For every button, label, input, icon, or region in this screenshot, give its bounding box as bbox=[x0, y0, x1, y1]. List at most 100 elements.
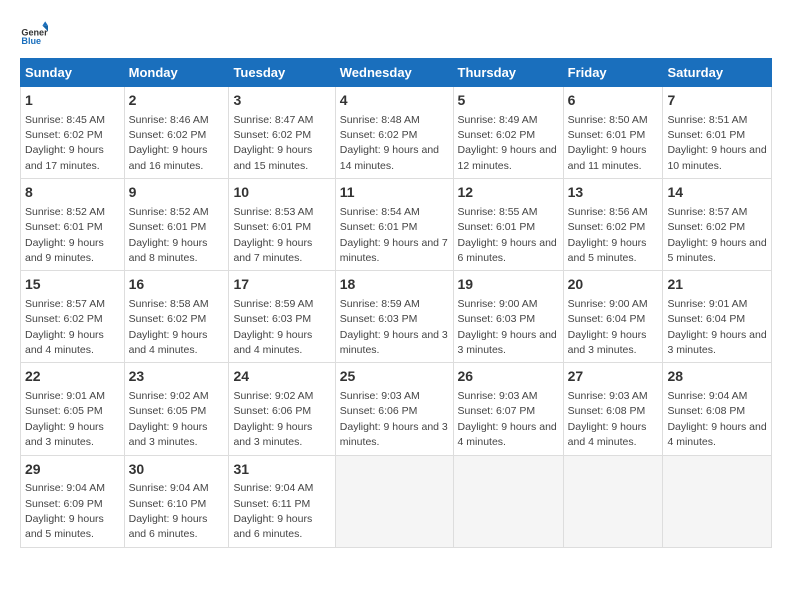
day-info: Sunrise: 9:02 AMSunset: 6:06 PMDaylight:… bbox=[233, 390, 313, 448]
day-number: 23 bbox=[129, 367, 225, 387]
day-cell: 26 Sunrise: 9:03 AMSunset: 6:07 PMDayligh… bbox=[453, 363, 563, 455]
header-cell-wednesday: Wednesday bbox=[335, 59, 453, 87]
day-cell: 2 Sunrise: 8:46 AMSunset: 6:02 PMDaylight… bbox=[124, 87, 229, 179]
calendar-body: 1 Sunrise: 8:45 AMSunset: 6:02 PMDaylight… bbox=[21, 87, 772, 548]
day-info: Sunrise: 9:04 AMSunset: 6:08 PMDaylight:… bbox=[667, 390, 766, 448]
day-cell: 28Sunrise: 9:04 AMSunset: 6:08 PMDayligh… bbox=[663, 363, 772, 455]
day-cell: 1 Sunrise: 8:45 AMSunset: 6:02 PMDaylight… bbox=[21, 87, 125, 179]
header-row: SundayMondayTuesdayWednesdayThursdayFrid… bbox=[21, 59, 772, 87]
day-number: 4 bbox=[340, 91, 449, 111]
day-info: Sunrise: 8:59 AMSunset: 6:03 PMDaylight:… bbox=[233, 298, 313, 356]
day-cell: 18Sunrise: 8:59 AMSunset: 6:03 PMDayligh… bbox=[335, 271, 453, 363]
header-cell-saturday: Saturday bbox=[663, 59, 772, 87]
day-info: Sunrise: 8:47 AMSunset: 6:02 PMDaylight:… bbox=[233, 114, 313, 172]
day-cell: 8 Sunrise: 8:52 AMSunset: 6:01 PMDaylight… bbox=[21, 179, 125, 271]
week-row-2: 8 Sunrise: 8:52 AMSunset: 6:01 PMDaylight… bbox=[21, 179, 772, 271]
day-number: 1 bbox=[25, 91, 120, 111]
day-number: 19 bbox=[458, 275, 559, 295]
day-info: Sunrise: 9:03 AMSunset: 6:07 PMDaylight:… bbox=[458, 390, 557, 448]
header-cell-thursday: Thursday bbox=[453, 59, 563, 87]
day-cell: 4 Sunrise: 8:48 AMSunset: 6:02 PMDaylight… bbox=[335, 87, 453, 179]
day-number: 10 bbox=[233, 183, 330, 203]
logo: General Blue bbox=[20, 20, 48, 48]
day-number: 20 bbox=[568, 275, 659, 295]
day-number: 29 bbox=[25, 460, 120, 480]
day-number: 11 bbox=[340, 183, 449, 203]
day-cell: 21 Sunrise: 9:01 AMSunset: 6:04 PMDayligh… bbox=[663, 271, 772, 363]
day-cell: 24 Sunrise: 9:02 AMSunset: 6:06 PMDayligh… bbox=[229, 363, 335, 455]
header-cell-friday: Friday bbox=[563, 59, 663, 87]
day-number: 30 bbox=[129, 460, 225, 480]
day-number: 25 bbox=[340, 367, 449, 387]
day-cell: 10 Sunrise: 8:53 AMSunset: 6:01 PMDayligh… bbox=[229, 179, 335, 271]
day-number: 12 bbox=[458, 183, 559, 203]
day-number: 9 bbox=[129, 183, 225, 203]
day-info: Sunrise: 9:00 AMSunset: 6:03 PMDaylight:… bbox=[458, 298, 557, 356]
day-info: Sunrise: 8:52 AMSunset: 6:01 PMDaylight:… bbox=[25, 206, 105, 264]
day-info: Sunrise: 8:48 AMSunset: 6:02 PMDaylight:… bbox=[340, 114, 439, 172]
day-cell: 9Sunrise: 8:52 AMSunset: 6:01 PMDaylight… bbox=[124, 179, 229, 271]
day-info: Sunrise: 8:45 AMSunset: 6:02 PMDaylight:… bbox=[25, 114, 105, 172]
day-cell bbox=[335, 455, 453, 547]
logo-icon: General Blue bbox=[20, 20, 48, 48]
day-cell: 17 Sunrise: 8:59 AMSunset: 6:03 PMDayligh… bbox=[229, 271, 335, 363]
day-info: Sunrise: 9:03 AMSunset: 6:06 PMDaylight:… bbox=[340, 390, 448, 448]
day-info: Sunrise: 8:55 AMSunset: 6:01 PMDaylight:… bbox=[458, 206, 557, 264]
day-info: Sunrise: 9:01 AMSunset: 6:05 PMDaylight:… bbox=[25, 390, 105, 448]
day-info: Sunrise: 8:53 AMSunset: 6:01 PMDaylight:… bbox=[233, 206, 313, 264]
day-info: Sunrise: 8:54 AMSunset: 6:01 PMDaylight:… bbox=[340, 206, 448, 264]
day-cell: 3 Sunrise: 8:47 AMSunset: 6:02 PMDaylight… bbox=[229, 87, 335, 179]
header-cell-tuesday: Tuesday bbox=[229, 59, 335, 87]
day-cell: 11 Sunrise: 8:54 AMSunset: 6:01 PMDayligh… bbox=[335, 179, 453, 271]
day-number: 27 bbox=[568, 367, 659, 387]
day-cell: 16 Sunrise: 8:58 AMSunset: 6:02 PMDayligh… bbox=[124, 271, 229, 363]
day-info: Sunrise: 9:02 AMSunset: 6:05 PMDaylight:… bbox=[129, 390, 209, 448]
day-cell: 29Sunrise: 9:04 AMSunset: 6:09 PMDayligh… bbox=[21, 455, 125, 547]
day-info: Sunrise: 9:03 AMSunset: 6:08 PMDaylight:… bbox=[568, 390, 648, 448]
day-cell: 19 Sunrise: 9:00 AMSunset: 6:03 PMDayligh… bbox=[453, 271, 563, 363]
day-info: Sunrise: 8:58 AMSunset: 6:02 PMDaylight:… bbox=[129, 298, 209, 356]
page-header: General Blue bbox=[20, 20, 772, 48]
day-info: Sunrise: 8:59 AMSunset: 6:03 PMDaylight:… bbox=[340, 298, 448, 356]
day-cell: 20 Sunrise: 9:00 AMSunset: 6:04 PMDayligh… bbox=[563, 271, 663, 363]
day-info: Sunrise: 8:50 AMSunset: 6:01 PMDaylight:… bbox=[568, 114, 648, 172]
day-number: 13 bbox=[568, 183, 659, 203]
day-number: 16 bbox=[129, 275, 225, 295]
week-row-5: 29Sunrise: 9:04 AMSunset: 6:09 PMDayligh… bbox=[21, 455, 772, 547]
day-info: Sunrise: 8:51 AMSunset: 6:01 PMDaylight:… bbox=[667, 114, 766, 172]
day-number: 2 bbox=[129, 91, 225, 111]
day-number: 7 bbox=[667, 91, 767, 111]
day-info: Sunrise: 9:01 AMSunset: 6:04 PMDaylight:… bbox=[667, 298, 766, 356]
day-number: 6 bbox=[568, 91, 659, 111]
day-info: Sunrise: 9:00 AMSunset: 6:04 PMDaylight:… bbox=[568, 298, 648, 356]
day-number: 31 bbox=[233, 460, 330, 480]
day-number: 22 bbox=[25, 367, 120, 387]
day-cell: 27 Sunrise: 9:03 AMSunset: 6:08 PMDayligh… bbox=[563, 363, 663, 455]
calendar-table: SundayMondayTuesdayWednesdayThursdayFrid… bbox=[20, 58, 772, 548]
day-cell: 7 Sunrise: 8:51 AMSunset: 6:01 PMDaylight… bbox=[663, 87, 772, 179]
day-info: Sunrise: 8:57 AMSunset: 6:02 PMDaylight:… bbox=[667, 206, 766, 264]
day-cell: 23 Sunrise: 9:02 AMSunset: 6:05 PMDayligh… bbox=[124, 363, 229, 455]
day-cell: 25 Sunrise: 9:03 AMSunset: 6:06 PMDayligh… bbox=[335, 363, 453, 455]
header-cell-monday: Monday bbox=[124, 59, 229, 87]
day-cell: 15Sunrise: 8:57 AMSunset: 6:02 PMDayligh… bbox=[21, 271, 125, 363]
week-row-3: 15Sunrise: 8:57 AMSunset: 6:02 PMDayligh… bbox=[21, 271, 772, 363]
day-number: 17 bbox=[233, 275, 330, 295]
calendar-header: SundayMondayTuesdayWednesdayThursdayFrid… bbox=[21, 59, 772, 87]
day-number: 15 bbox=[25, 275, 120, 295]
day-info: Sunrise: 8:46 AMSunset: 6:02 PMDaylight:… bbox=[129, 114, 209, 172]
day-cell bbox=[563, 455, 663, 547]
day-number: 3 bbox=[233, 91, 330, 111]
day-cell bbox=[663, 455, 772, 547]
day-cell: 12 Sunrise: 8:55 AMSunset: 6:01 PMDayligh… bbox=[453, 179, 563, 271]
day-cell: 30Sunrise: 9:04 AMSunset: 6:10 PMDayligh… bbox=[124, 455, 229, 547]
day-cell: 13 Sunrise: 8:56 AMSunset: 6:02 PMDayligh… bbox=[563, 179, 663, 271]
day-number: 21 bbox=[667, 275, 767, 295]
day-info: Sunrise: 9:04 AMSunset: 6:09 PMDaylight:… bbox=[25, 482, 105, 540]
day-info: Sunrise: 8:56 AMSunset: 6:02 PMDaylight:… bbox=[568, 206, 648, 264]
day-number: 24 bbox=[233, 367, 330, 387]
day-number: 26 bbox=[458, 367, 559, 387]
day-cell: 6 Sunrise: 8:50 AMSunset: 6:01 PMDaylight… bbox=[563, 87, 663, 179]
day-number: 8 bbox=[25, 183, 120, 203]
day-info: Sunrise: 9:04 AMSunset: 6:11 PMDaylight:… bbox=[233, 482, 313, 540]
